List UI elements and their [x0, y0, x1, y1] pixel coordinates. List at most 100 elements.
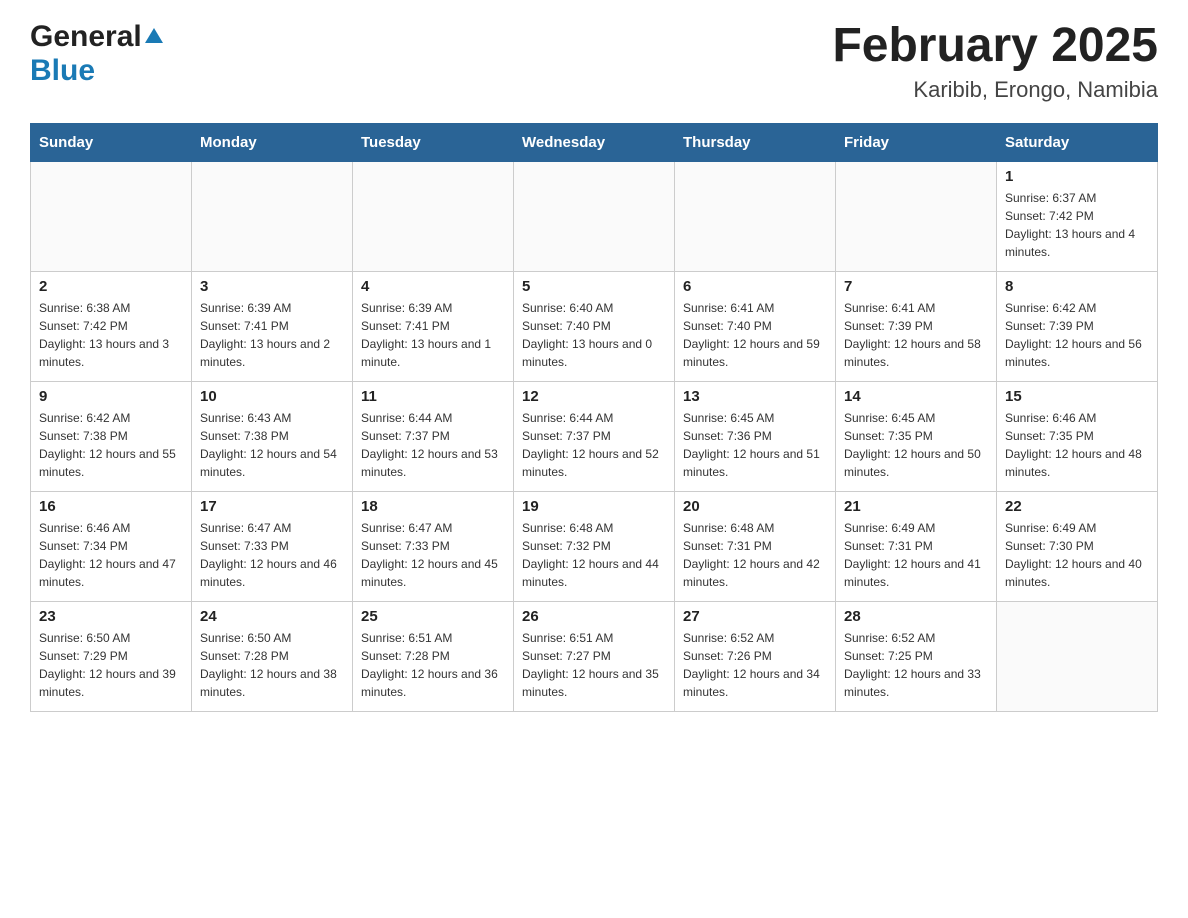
calendar-week-row: 16 Sunrise: 6:46 AMSunset: 7:34 PMDayligh… — [31, 491, 1158, 601]
calendar-day-cell: 20Sunrise: 6:48 AMSunset: 7:31 PMDayligh… — [675, 491, 836, 601]
calendar-day-cell: 12Sunrise: 6:44 AMSunset: 7:37 PMDayligh… — [514, 381, 675, 491]
calendar-week-row: 2 Sunrise: 6:38 AMSunset: 7:42 PMDaylight… — [31, 271, 1158, 381]
page-subtitle: Karibib, Erongo, Namibia — [832, 77, 1158, 103]
calendar-day-cell: 23 Sunrise: 6:50 AMSunset: 7:29 PMDayligh… — [31, 601, 192, 711]
calendar-week-row: 23 Sunrise: 6:50 AMSunset: 7:29 PMDayligh… — [31, 601, 1158, 711]
day-info: Sunrise: 6:48 AMSunset: 7:32 PMDaylight:… — [522, 519, 666, 591]
day-info: Sunrise: 6:41 AMSunset: 7:40 PMDaylight:… — [683, 299, 827, 371]
title-block: February 2025 Karibib, Erongo, Namibia — [832, 20, 1158, 103]
day-number: 7 — [844, 278, 988, 295]
day-info: Sunrise: 6:47 AMSunset: 7:33 PMDaylight:… — [361, 519, 505, 591]
day-number: 3 — [200, 278, 344, 295]
day-number: 8 — [1005, 278, 1149, 295]
day-number: 10 — [200, 388, 344, 405]
calendar-day-cell: 18 Sunrise: 6:47 AMSunset: 7:33 PMDayligh… — [353, 491, 514, 601]
day-info: Sunrise: 6:47 AMSunset: 7:33 PMDaylight:… — [200, 519, 344, 591]
day-of-week-header: Monday — [192, 123, 353, 161]
day-number: 24 — [200, 608, 344, 625]
day-info: Sunrise: 6:49 AMSunset: 7:31 PMDaylight:… — [844, 519, 988, 591]
logo-blue: Blue — [30, 54, 95, 87]
calendar-day-cell: 17 Sunrise: 6:47 AMSunset: 7:33 PMDayligh… — [192, 491, 353, 601]
calendar-day-cell: 10Sunrise: 6:43 AMSunset: 7:38 PMDayligh… — [192, 381, 353, 491]
day-number: 25 — [361, 608, 505, 625]
calendar-day-cell: 8Sunrise: 6:42 AMSunset: 7:39 PMDaylight… — [997, 271, 1158, 381]
day-info: Sunrise: 6:46 AMSunset: 7:34 PMDaylight:… — [39, 519, 183, 591]
day-number: 22 — [1005, 498, 1149, 515]
day-number: 26 — [522, 608, 666, 625]
day-info: Sunrise: 6:38 AMSunset: 7:42 PMDaylight:… — [39, 299, 183, 371]
day-info: Sunrise: 6:51 AMSunset: 7:27 PMDaylight:… — [522, 629, 666, 701]
day-number: 11 — [361, 388, 505, 405]
calendar-day-cell: 25 Sunrise: 6:51 AMSunset: 7:28 PMDayligh… — [353, 601, 514, 711]
day-of-week-header: Tuesday — [353, 123, 514, 161]
day-info: Sunrise: 6:42 AMSunset: 7:38 PMDaylight:… — [39, 409, 183, 481]
day-number: 16 — [39, 498, 183, 515]
calendar-day-cell: 14Sunrise: 6:45 AMSunset: 7:35 PMDayligh… — [836, 381, 997, 491]
calendar-day-cell: 21 Sunrise: 6:49 AMSunset: 7:31 PMDayligh… — [836, 491, 997, 601]
day-number: 23 — [39, 608, 183, 625]
day-info: Sunrise: 6:37 AMSunset: 7:42 PMDaylight:… — [1005, 189, 1149, 261]
logo-general: General — [30, 20, 142, 54]
day-number: 20 — [683, 498, 827, 515]
calendar-day-cell: 3 Sunrise: 6:39 AMSunset: 7:41 PMDaylight… — [192, 271, 353, 381]
day-info: Sunrise: 6:39 AMSunset: 7:41 PMDaylight:… — [200, 299, 344, 371]
calendar-day-cell — [353, 161, 514, 271]
calendar-day-cell: 24 Sunrise: 6:50 AMSunset: 7:28 PMDayligh… — [192, 601, 353, 711]
day-of-week-header: Sunday — [31, 123, 192, 161]
calendar-day-cell: 15 Sunrise: 6:46 AMSunset: 7:35 PMDayligh… — [997, 381, 1158, 491]
day-of-week-header: Friday — [836, 123, 997, 161]
calendar-week-row: 1 Sunrise: 6:37 AMSunset: 7:42 PMDaylight… — [31, 161, 1158, 271]
day-info: Sunrise: 6:45 AMSunset: 7:35 PMDaylight:… — [844, 409, 988, 481]
calendar-day-cell: 1 Sunrise: 6:37 AMSunset: 7:42 PMDaylight… — [997, 161, 1158, 271]
day-number: 27 — [683, 608, 827, 625]
day-info: Sunrise: 6:41 AMSunset: 7:39 PMDaylight:… — [844, 299, 988, 371]
calendar-header-row: SundayMondayTuesdayWednesdayThursdayFrid… — [31, 123, 1158, 161]
day-info: Sunrise: 6:44 AMSunset: 7:37 PMDaylight:… — [361, 409, 505, 481]
day-number: 13 — [683, 388, 827, 405]
day-number: 6 — [683, 278, 827, 295]
calendar-day-cell: 27 Sunrise: 6:52 AMSunset: 7:26 PMDayligh… — [675, 601, 836, 711]
day-number: 2 — [39, 278, 183, 295]
calendar-day-cell: 22Sunrise: 6:49 AMSunset: 7:30 PMDayligh… — [997, 491, 1158, 601]
calendar-day-cell: 16 Sunrise: 6:46 AMSunset: 7:34 PMDayligh… — [31, 491, 192, 601]
calendar-day-cell: 28 Sunrise: 6:52 AMSunset: 7:25 PMDayligh… — [836, 601, 997, 711]
calendar-week-row: 9 Sunrise: 6:42 AMSunset: 7:38 PMDaylight… — [31, 381, 1158, 491]
calendar-day-cell: 9 Sunrise: 6:42 AMSunset: 7:38 PMDaylight… — [31, 381, 192, 491]
calendar-day-cell — [675, 161, 836, 271]
day-number: 17 — [200, 498, 344, 515]
calendar-day-cell: 2 Sunrise: 6:38 AMSunset: 7:42 PMDaylight… — [31, 271, 192, 381]
day-number: 1 — [1005, 168, 1149, 185]
day-number: 9 — [39, 388, 183, 405]
calendar-day-cell — [192, 161, 353, 271]
day-number: 19 — [522, 498, 666, 515]
day-of-week-header: Saturday — [997, 123, 1158, 161]
day-number: 28 — [844, 608, 988, 625]
day-of-week-header: Thursday — [675, 123, 836, 161]
day-info: Sunrise: 6:52 AMSunset: 7:26 PMDaylight:… — [683, 629, 827, 701]
day-number: 18 — [361, 498, 505, 515]
day-number: 15 — [1005, 388, 1149, 405]
calendar-day-cell: 7 Sunrise: 6:41 AMSunset: 7:39 PMDaylight… — [836, 271, 997, 381]
page-header: General Blue February 2025 Karibib, Eron… — [30, 20, 1158, 103]
day-info: Sunrise: 6:46 AMSunset: 7:35 PMDaylight:… — [1005, 409, 1149, 481]
logo: General Blue — [30, 20, 163, 88]
calendar-day-cell: 6 Sunrise: 6:41 AMSunset: 7:40 PMDaylight… — [675, 271, 836, 381]
day-info: Sunrise: 6:50 AMSunset: 7:29 PMDaylight:… — [39, 629, 183, 701]
calendar-day-cell: 13 Sunrise: 6:45 AMSunset: 7:36 PMDayligh… — [675, 381, 836, 491]
day-info: Sunrise: 6:52 AMSunset: 7:25 PMDaylight:… — [844, 629, 988, 701]
calendar-day-cell — [836, 161, 997, 271]
calendar-day-cell: 26 Sunrise: 6:51 AMSunset: 7:27 PMDayligh… — [514, 601, 675, 711]
day-info: Sunrise: 6:44 AMSunset: 7:37 PMDaylight:… — [522, 409, 666, 481]
day-info: Sunrise: 6:45 AMSunset: 7:36 PMDaylight:… — [683, 409, 827, 481]
page-title: February 2025 — [832, 20, 1158, 73]
day-info: Sunrise: 6:50 AMSunset: 7:28 PMDaylight:… — [200, 629, 344, 701]
calendar-day-cell: 11 Sunrise: 6:44 AMSunset: 7:37 PMDayligh… — [353, 381, 514, 491]
day-info: Sunrise: 6:51 AMSunset: 7:28 PMDaylight:… — [361, 629, 505, 701]
day-number: 21 — [844, 498, 988, 515]
logo-triangle-icon — [145, 28, 163, 43]
calendar-day-cell — [514, 161, 675, 271]
day-info: Sunrise: 6:40 AMSunset: 7:40 PMDaylight:… — [522, 299, 666, 371]
calendar-day-cell — [31, 161, 192, 271]
day-number: 5 — [522, 278, 666, 295]
calendar-table: SundayMondayTuesdayWednesdayThursdayFrid… — [30, 123, 1158, 712]
